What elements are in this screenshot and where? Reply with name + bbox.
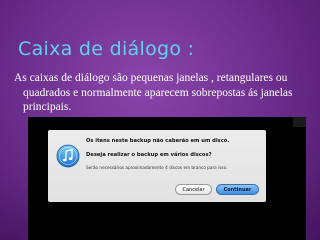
- screenshot-dark-area: [28, 202, 306, 240]
- cancel-button[interactable]: Cancelar: [175, 184, 212, 195]
- continue-button[interactable]: Continuar: [216, 184, 259, 195]
- slide-title: Caixa de diálogo :: [18, 38, 195, 60]
- dialog-box: Os itens neste backup não caberão em um …: [48, 130, 266, 202]
- screenshot-corner: [293, 117, 306, 127]
- dialog-question: Deseja realizar o backup em vários disco…: [86, 152, 212, 158]
- itunes-music-icon: [56, 144, 80, 168]
- slide-body-line: As caixas de diálogo são pequenas janela…: [14, 72, 273, 84]
- slide-body-text: As caixas de diálogo são pequenas janela…: [14, 71, 314, 115]
- dialog-info-text: Serão necessários aproximadamente 4 disc…: [86, 165, 228, 170]
- dialog-screenshot: Os itens neste backup não caberão em um …: [28, 117, 306, 240]
- dialog-message-title: Os itens neste backup não caberão em um …: [86, 138, 230, 144]
